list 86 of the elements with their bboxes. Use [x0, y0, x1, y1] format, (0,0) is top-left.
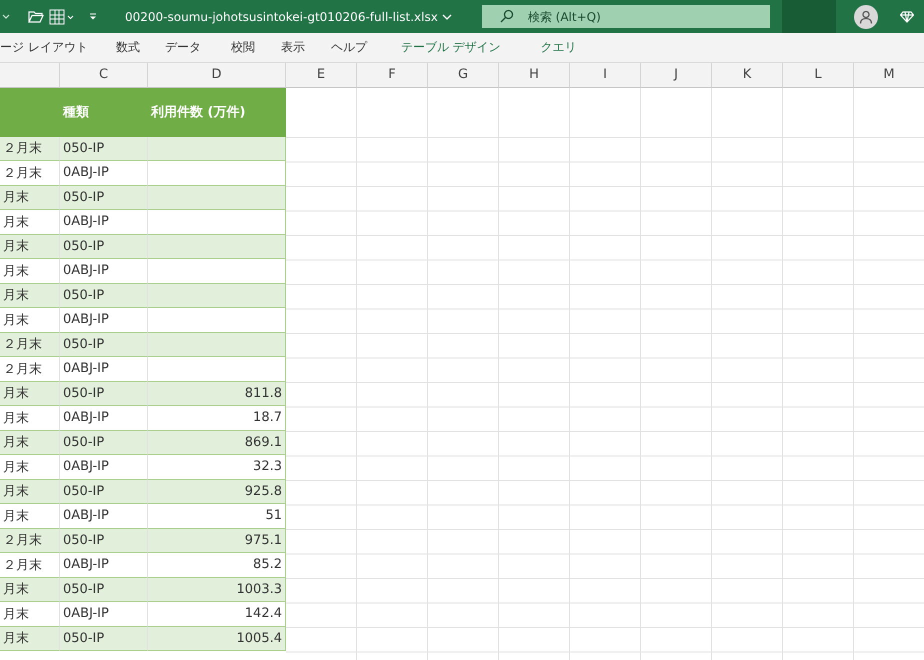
column-header[interactable]: J	[641, 63, 712, 88]
table-header-cell: 利用件数 (万件)	[148, 88, 286, 136]
table-cell: 050-IP	[60, 382, 148, 406]
table-cell: 050-IP	[60, 528, 148, 553]
account-avatar[interactable]	[854, 4, 878, 28]
table-cell: 月末	[0, 210, 60, 234]
table-cell: 0ABJ-IP	[60, 553, 148, 578]
table-cell: 32.3	[148, 455, 286, 480]
folder-icon[interactable]	[28, 10, 44, 23]
table-cell: 0ABJ-IP	[60, 406, 148, 430]
table-cell: 1003.3	[148, 578, 286, 602]
table-cell: 月末	[0, 382, 60, 406]
table-cell: 050-IP	[60, 284, 148, 308]
ribbon-tab[interactable]: 数式	[116, 39, 140, 56]
table-cell: 1005.4	[148, 626, 286, 651]
table-cell: 811.8	[148, 382, 286, 406]
title-bar-panel	[782, 0, 836, 33]
table-cell: 975.1	[148, 528, 286, 553]
table-cell: 85.2	[148, 553, 286, 578]
column-header[interactable]: M	[854, 63, 924, 88]
table-cell: ２月末	[0, 136, 60, 161]
table-cell: 0ABJ-IP	[60, 602, 148, 626]
table-cell: 0ABJ-IP	[60, 308, 148, 332]
table-cell: ２月末	[0, 357, 60, 382]
table-cell: 月末	[0, 626, 60, 651]
table-cell: 050-IP	[60, 234, 148, 259]
ribbon-tab[interactable]: 表示	[280, 39, 305, 56]
table-cell: 月末	[0, 259, 60, 284]
column-header[interactable]: H	[499, 63, 570, 88]
table-cell: 050-IP	[60, 430, 148, 455]
table-cell: 0ABJ-IP	[60, 357, 148, 382]
table-icon[interactable]	[49, 8, 75, 24]
table-cell: 0ABJ-IP	[60, 504, 148, 528]
table-cell: 月末	[0, 430, 60, 455]
chevron-icon[interactable]	[2, 14, 10, 20]
diamond-icon[interactable]	[900, 10, 914, 22]
table-cell: 0ABJ-IP	[60, 210, 148, 234]
table-cell: 51	[148, 504, 286, 528]
file-name[interactable]: 00200-soumu-johotsusintokei-gt010206-full-list.xlsx	[125, 10, 452, 24]
table-cell: ２月末	[0, 161, 60, 186]
column-header[interactable]: F	[357, 63, 428, 88]
table-cell: 050-IP	[60, 626, 148, 651]
chevron-icon	[442, 14, 452, 20]
table-cell: ２月末	[0, 553, 60, 578]
table-cell: 050-IP	[60, 136, 148, 161]
ribbon-tab[interactable]: ヘルプ	[330, 39, 367, 56]
table-cell: 0ABJ-IP	[60, 259, 148, 284]
table-cell: 925.8	[148, 480, 286, 504]
table-cell: 月末	[0, 602, 60, 626]
table-cell: 月末	[0, 284, 60, 308]
table-header-cell: 種類	[60, 88, 148, 136]
table-cell: ２月末	[0, 528, 60, 553]
table-cell: 050-IP	[60, 186, 148, 210]
table-cell: 050-IP	[60, 332, 148, 357]
column-header[interactable]: I	[570, 63, 641, 88]
table-cell: 050-IP	[60, 578, 148, 602]
ribbon-tab[interactable]: データ	[164, 39, 201, 56]
column-header[interactable]: L	[783, 63, 854, 88]
search-field[interactable]: 検索 (Alt+Q)	[482, 5, 770, 28]
column-header[interactable]: G	[428, 63, 499, 88]
table-cell: 142.4	[148, 602, 286, 626]
table-cell: 050-IP	[60, 480, 148, 504]
ribbon-tab[interactable]: ージ レイアウト	[0, 39, 88, 56]
table-cell: 0ABJ-IP	[60, 455, 148, 480]
table-cell: 月末	[0, 504, 60, 528]
column-header[interactable]: C	[60, 63, 148, 88]
table-cell: 月末	[0, 186, 60, 210]
ribbon-tab[interactable]: 校閲	[230, 39, 255, 56]
table-cell: 0ABJ-IP	[60, 161, 148, 186]
ribbon-tab[interactable]: テーブル デザイン	[400, 39, 501, 56]
table-cell: ２月末	[0, 332, 60, 357]
column-header[interactable]: D	[148, 63, 286, 88]
search-icon	[500, 9, 514, 23]
table-cell: 月末	[0, 455, 60, 480]
dropdown-icon[interactable]	[89, 12, 97, 20]
table-cell: 月末	[0, 234, 60, 259]
table-header-cell	[0, 88, 60, 136]
table-cell: 月末	[0, 578, 60, 602]
table-cell: 月末	[0, 308, 60, 332]
table-cell: 18.7	[148, 406, 286, 430]
column-header[interactable]: K	[712, 63, 783, 88]
table-cell: 869.1	[148, 430, 286, 455]
table-cell: 月末	[0, 406, 60, 430]
column-header[interactable]: E	[286, 63, 357, 88]
table-cell: 月末	[0, 480, 60, 504]
ribbon-tab[interactable]: クエリ	[540, 39, 577, 56]
